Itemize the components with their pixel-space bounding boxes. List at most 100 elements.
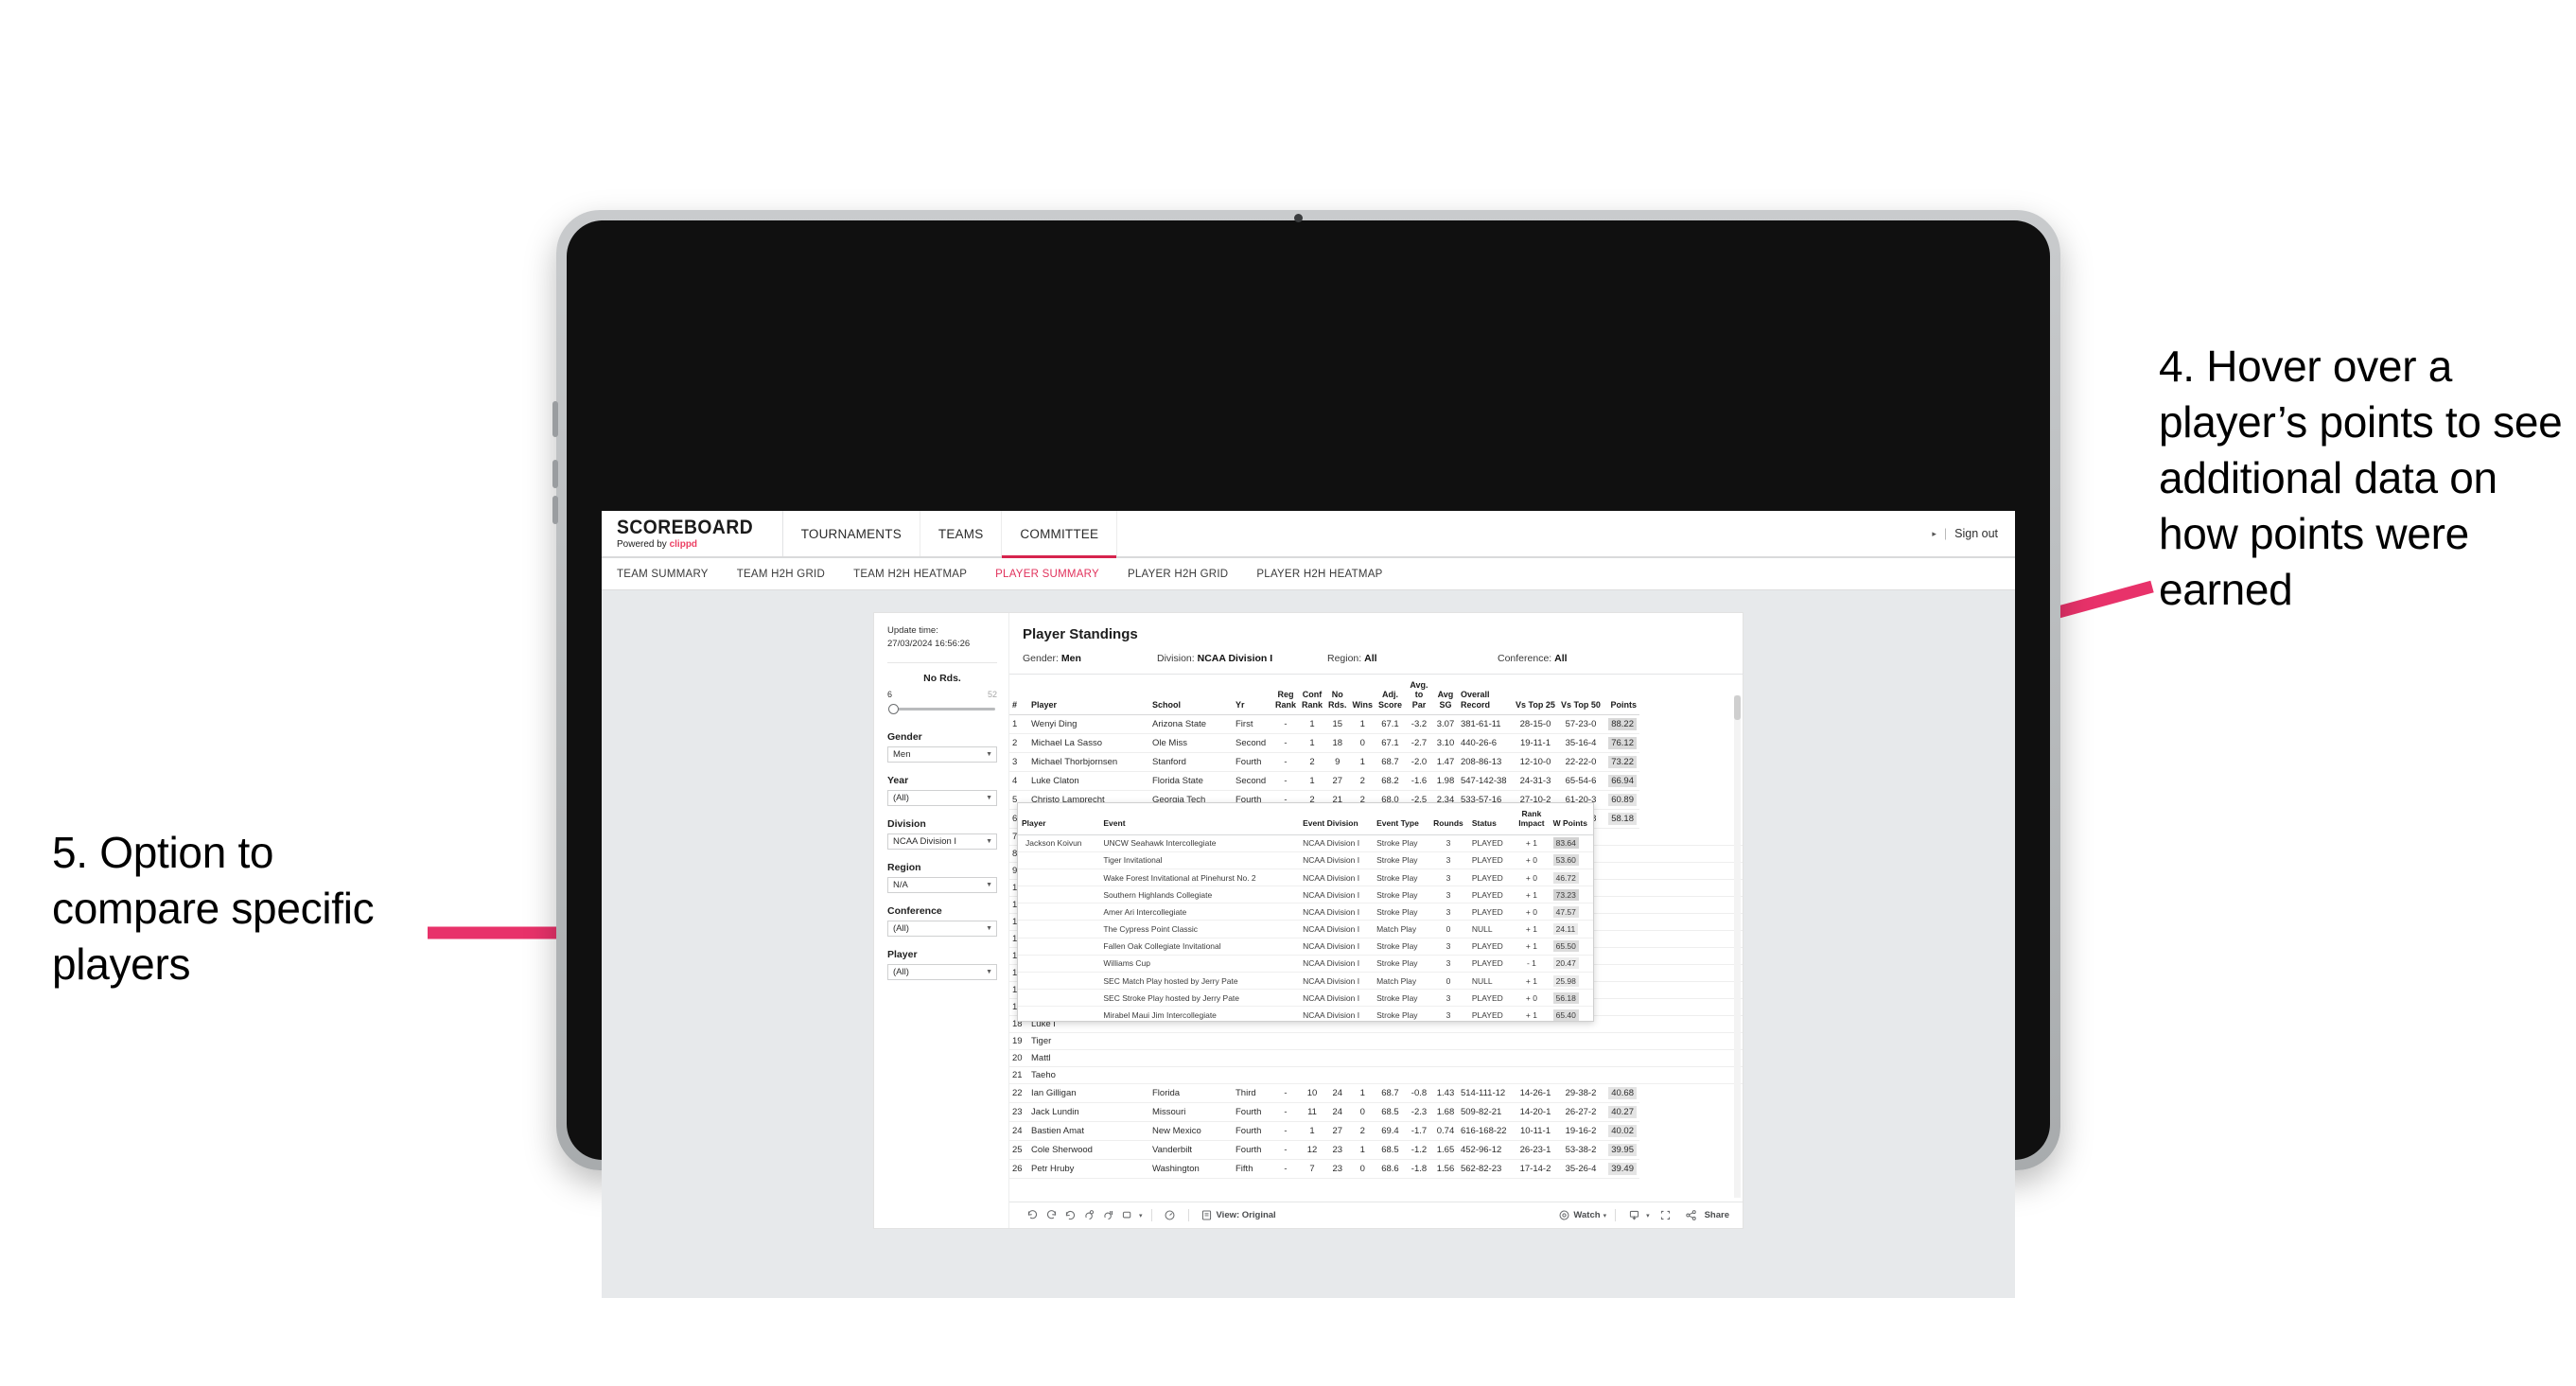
tt-col-w-points: W Points [1549, 803, 1593, 835]
cell-points[interactable]: 40.27 [1603, 1102, 1639, 1123]
tooltip-cell-rounds: 0 [1428, 920, 1468, 939]
no-rounds-slider[interactable]: No Rds. 6 52 [887, 673, 997, 714]
table-row[interactable]: 25 Cole Sherwood Vanderbilt Fourth -12 23 1 68.… [1009, 1140, 1743, 1161]
points-value[interactable]: 40.02 [1608, 1125, 1637, 1138]
col-reg-rank[interactable]: Reg Rank [1272, 675, 1300, 716]
filter-region-select[interactable]: N/A ▼ [887, 876, 997, 893]
cell-points[interactable]: 58.18 [1603, 809, 1639, 830]
cell-points[interactable]: 39.95 [1603, 1140, 1639, 1161]
slider-track[interactable] [887, 703, 997, 714]
brand-logo[interactable]: SCOREBOARD Powered by clippd [602, 511, 783, 556]
table-row[interactable]: 1 Wenyi Ding Arizona State First -1 15 1 67.1 -3… [1009, 714, 1743, 735]
points-value[interactable]: 40.68 [1608, 1087, 1637, 1100]
pause-refresh-icon[interactable] [1098, 1206, 1117, 1225]
table-row[interactable]: 19 Tiger [1009, 1032, 1743, 1051]
cell-points[interactable]: 60.89 [1603, 790, 1639, 811]
col-rank[interactable]: # [1009, 675, 1028, 716]
subnav-team-h2h-heatmap[interactable]: TEAM H2H HEATMAP [853, 569, 982, 580]
table-row[interactable]: 24 Bastien Amat New Mexico Fourth -1 27 2 69.4-… [1009, 1121, 1743, 1142]
points-value[interactable]: 73.22 [1608, 756, 1637, 769]
table-row[interactable]: 21 Taeho [1009, 1066, 1743, 1085]
share-icon[interactable] [1682, 1206, 1701, 1225]
view-original-label[interactable]: View: Original [1217, 1210, 1276, 1220]
revert-icon[interactable] [1060, 1206, 1079, 1225]
sign-out-link[interactable]: Sign out [1954, 527, 1998, 540]
points-value[interactable]: 39.49 [1608, 1163, 1637, 1176]
col-player[interactable]: Player [1028, 675, 1149, 716]
col-vs-top-25[interactable]: Vs Top 25 [1512, 675, 1558, 716]
slider-handle[interactable] [888, 703, 899, 714]
pan-icon[interactable] [1117, 1206, 1136, 1225]
table-row[interactable]: 22 Ian Gilligan Florida Third -10 24 1 68.7 -0.8… [1009, 1083, 1743, 1104]
cell-points[interactable]: 40.02 [1603, 1121, 1639, 1142]
subnav-player-h2h-heatmap[interactable]: PLAYER H2H HEATMAP [1256, 569, 1397, 580]
chevron-down-icon: ▼ [986, 794, 992, 801]
col-overall-record[interactable]: Overall Record [1457, 675, 1513, 716]
cell-t25: 17-14-2 [1512, 1159, 1558, 1180]
download-caret-icon[interactable]: ▾ [1646, 1212, 1650, 1219]
filter-year-select[interactable]: (All) ▼ [887, 789, 997, 806]
table-row[interactable]: 2 Michael La Sasso Ole Miss Second -1 18 0 67.1… [1009, 733, 1743, 754]
col-no-rds[interactable]: No Rds. [1325, 675, 1350, 716]
col-avg-to-par[interactable]: Avg. to Par [1404, 675, 1433, 716]
points-value[interactable]: 88.22 [1608, 718, 1637, 731]
undo-icon[interactable] [1023, 1206, 1042, 1225]
points-value[interactable]: 66.94 [1608, 775, 1637, 788]
tooltip-cell-wpoints: 20.47 [1549, 955, 1593, 974]
no-rounds-max: 52 [987, 689, 997, 699]
page-title: Player Standings [1023, 626, 1138, 642]
col-avg-sg[interactable]: Avg SG [1432, 675, 1458, 716]
filter-gender-select[interactable]: Men ▼ [887, 746, 997, 763]
cell-points[interactable]: 66.94 [1603, 771, 1639, 792]
refresh-icon[interactable] [1079, 1206, 1098, 1225]
nav-committee[interactable]: COMMITTEE [1002, 511, 1118, 558]
standings-table-wrap[interactable]: # Player School Yr Reg Rank Conf Rank No… [1009, 674, 1743, 1202]
points-value[interactable]: 60.89 [1608, 794, 1637, 807]
col-points[interactable]: Points [1603, 675, 1639, 716]
filter-conference-select[interactable]: (All) ▼ [887, 920, 997, 937]
watch-icon[interactable] [1554, 1206, 1573, 1225]
col-conf-rank[interactable]: Conf Rank [1299, 675, 1326, 716]
points-value[interactable]: 39.95 [1608, 1144, 1637, 1157]
table-row[interactable]: 3 Michael Thorbjornsen Stanford Fourth -2 9 1 6… [1009, 752, 1743, 773]
view-original-icon[interactable] [1198, 1206, 1217, 1225]
col-vs-top-50[interactable]: Vs Top 50 [1557, 675, 1603, 716]
cell-points[interactable]: 76.12 [1603, 733, 1639, 754]
points-value[interactable]: 76.12 [1608, 737, 1637, 750]
subnav-player-summary[interactable]: PLAYER SUMMARY [995, 569, 1114, 580]
fullscreen-icon[interactable] [1656, 1206, 1675, 1225]
col-wins[interactable]: Wins [1349, 675, 1376, 716]
table-scrollbar-thumb[interactable] [1734, 695, 1741, 720]
col-yr[interactable]: Yr [1233, 675, 1272, 716]
watch-caret-icon[interactable]: ▾ [1603, 1212, 1607, 1219]
table-scrollbar[interactable] [1734, 695, 1741, 1198]
user-menu-caret-icon[interactable]: ▸ [1932, 529, 1936, 539]
table-row[interactable]: 4 Luke Claton Florida State Second -1 27 2 68.2… [1009, 771, 1743, 792]
subnav-player-h2h-grid[interactable]: PLAYER H2H GRID [1128, 569, 1243, 580]
nav-teams[interactable]: TEAMS [920, 511, 1003, 556]
watch-label[interactable]: Watch [1573, 1210, 1600, 1220]
points-value[interactable]: 58.18 [1608, 813, 1637, 826]
subnav-team-summary[interactable]: TEAM SUMMARY [617, 569, 724, 580]
filter-player-select[interactable]: (All) ▼ [887, 963, 997, 980]
points-value[interactable]: 40.27 [1608, 1106, 1637, 1119]
col-adj-score[interactable]: Adj. Score [1375, 675, 1405, 716]
tooltip-cell-division: NCAA Division I [1299, 1006, 1374, 1021]
highlight-icon[interactable] [1161, 1206, 1180, 1225]
cell-points[interactable]: 39.49 [1603, 1159, 1639, 1180]
tooltip-cell-event: SEC Stroke Play hosted by Jerry Pate [1099, 989, 1300, 1008]
redo-icon[interactable] [1042, 1206, 1060, 1225]
share-label[interactable]: Share [1705, 1210, 1729, 1220]
cell-points[interactable]: 40.68 [1603, 1083, 1639, 1104]
cell-points[interactable]: 73.22 [1603, 752, 1639, 773]
cell-points[interactable]: 88.22 [1603, 714, 1639, 735]
table-row[interactable]: 23 Jack Lundin Missouri Fourth -11 24 0 68.5 -2.… [1009, 1102, 1743, 1123]
table-row[interactable]: 20 Mattl [1009, 1049, 1743, 1068]
table-row[interactable]: 26 Petr Hruby Washington Fifth -7 23 0 68.6 -1.8… [1009, 1159, 1743, 1180]
nav-tournaments[interactable]: TOURNAMENTS [783, 511, 920, 556]
filter-division-select[interactable]: NCAA Division I ▼ [887, 833, 997, 850]
col-school[interactable]: School [1149, 675, 1233, 716]
download-icon[interactable] [1624, 1206, 1643, 1225]
subnav-team-h2h-grid[interactable]: TEAM H2H GRID [737, 569, 840, 580]
pan-caret-icon[interactable]: ▾ [1139, 1212, 1143, 1219]
